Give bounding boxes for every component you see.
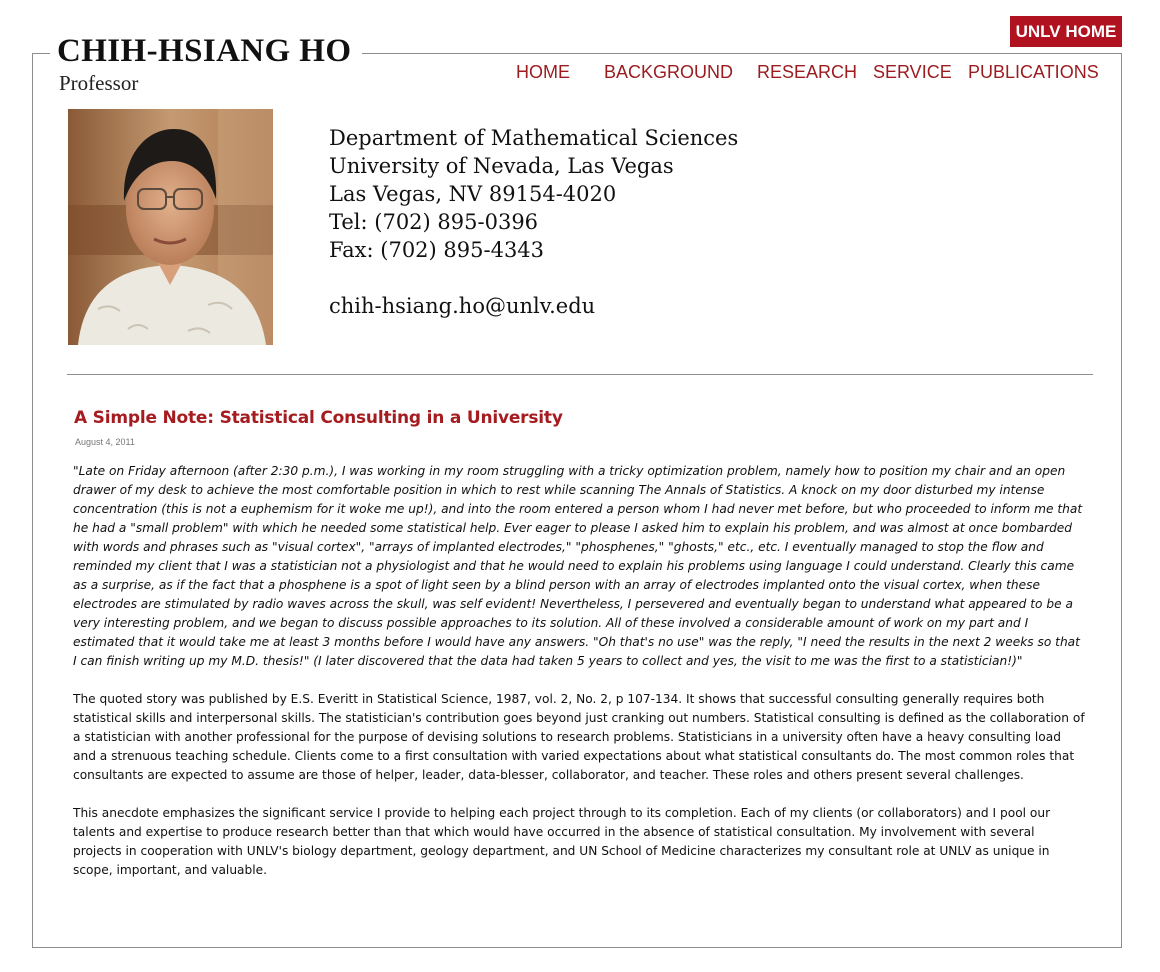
frame-top-border: [362, 53, 1122, 54]
phone-text: Tel: (702) 895-0396: [329, 210, 539, 234]
post-title[interactable]: A Simple Note: Statistical Consulting in…: [74, 408, 563, 428]
nav-background[interactable]: BACKGROUND: [604, 62, 733, 83]
nav-publications[interactable]: PUBLICATIONS: [968, 62, 1099, 83]
nav-research[interactable]: RESEARCH: [757, 62, 857, 83]
profile-photo: [68, 109, 273, 345]
body-paragraph: The quoted story was published by E.S. E…: [73, 692, 1085, 782]
post-body: "Late on Friday afternoon (after 2:30 p.…: [73, 462, 1085, 899]
frame-top-border: [32, 53, 50, 54]
address-text: Las Vegas, NV 89154-4020: [329, 182, 617, 206]
page-subtitle: Professor: [59, 71, 139, 95]
nav-service[interactable]: SERVICE: [873, 62, 952, 83]
nav-home[interactable]: HOME: [516, 62, 570, 83]
email-link[interactable]: chih-hsiang.ho@unlv.edu: [329, 292, 738, 320]
university-text: University of Nevada, Las Vegas: [329, 154, 674, 178]
department-text: Department of Mathematical Sciences: [329, 126, 739, 150]
fax-text: Fax: (702) 895-4343: [329, 238, 545, 262]
body-paragraph: This anecdote emphasizes the significant…: [73, 806, 1051, 877]
section-divider: [67, 374, 1093, 375]
contact-info: Department of Mathematical Sciences Univ…: [329, 124, 738, 320]
page-title: CHIH-HSIANG HO: [57, 33, 357, 70]
unlv-home-button[interactable]: UNLV HOME: [1010, 16, 1122, 47]
quote-paragraph: "Late on Friday afternoon (after 2:30 p.…: [73, 464, 1083, 668]
post-date: August 4, 2011: [75, 437, 135, 447]
